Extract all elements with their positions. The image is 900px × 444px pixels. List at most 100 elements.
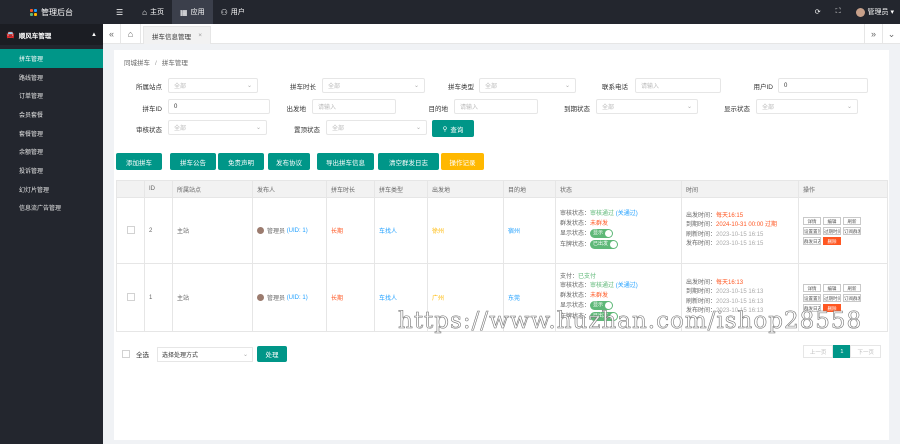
header-to: 目的地 bbox=[503, 180, 556, 198]
header-from: 出发地 bbox=[427, 180, 504, 198]
expiry-button[interactable]: 过期时间 bbox=[823, 293, 841, 302]
sidebar: 🚘 顺风车管理 ▲ 拼车管理 路线管理 订单管理 会员套餐 套餐管理 余额管理 投诉… bbox=[0, 24, 103, 444]
agreement-button[interactable]: 发布协议 bbox=[268, 153, 310, 170]
header-status: 状态 bbox=[555, 180, 682, 198]
edit-button[interactable]: 编辑 bbox=[823, 216, 841, 225]
display-label: 显示状态 bbox=[724, 106, 750, 113]
page-1-button[interactable]: 1 bbox=[833, 345, 851, 358]
uid-link[interactable]: (UID: 1) bbox=[287, 295, 308, 301]
tabs-next-icon[interactable]: » bbox=[864, 24, 882, 44]
operation-log-button[interactable]: 操作记录 bbox=[441, 153, 484, 170]
refresh-button[interactable]: 刷新 bbox=[843, 216, 861, 225]
tabs-prev-icon[interactable]: « bbox=[103, 24, 121, 44]
refresh-icon[interactable]: ⟳ bbox=[815, 8, 821, 16]
top-select[interactable]: 全部 ⌄ bbox=[326, 120, 427, 135]
detail-button[interactable]: 详情 bbox=[803, 216, 821, 225]
nav-apps[interactable]: ▦ 应用 bbox=[172, 0, 213, 24]
chevron-down-icon: ⌄ bbox=[846, 104, 852, 110]
next-page-button[interactable]: 下一页 bbox=[850, 345, 881, 358]
type-select[interactable]: 全部 ⌄ bbox=[479, 78, 576, 93]
tab-carpool-info[interactable]: 拼车信息管理 × bbox=[143, 26, 211, 44]
cell-publisher: 管理员 (UID: 1) bbox=[252, 197, 327, 264]
sidebar-item-carpool[interactable]: 拼车管理 bbox=[0, 49, 103, 68]
display-select[interactable]: 全部 ⌄ bbox=[756, 99, 858, 114]
app-logo[interactable]: 管理后台 bbox=[0, 0, 103, 24]
sidebar-item-complaints[interactable]: 投诉管理 bbox=[0, 161, 103, 180]
logo-icon bbox=[30, 8, 37, 16]
sidebar-item-member-plans[interactable]: 会员套餐 bbox=[0, 105, 103, 124]
station-label: 所属站点 bbox=[136, 84, 162, 91]
search-button[interactable]: ⚲ 查询 bbox=[432, 120, 474, 137]
uid-link[interactable]: (UID: 1) bbox=[287, 228, 308, 234]
station-select[interactable]: 全部 ⌄ bbox=[168, 78, 258, 93]
duration-select[interactable]: 全部 ⌄ bbox=[322, 78, 425, 93]
nav-apps-label: 应用 bbox=[190, 9, 205, 16]
sidebar-item-orders[interactable]: 订单管理 bbox=[0, 86, 103, 105]
disclaimer-button[interactable]: 免责声明 bbox=[218, 153, 264, 170]
header-station: 所属站点 bbox=[172, 180, 253, 198]
uid-input[interactable]: 0 bbox=[778, 78, 868, 93]
nav-users-label: 用户 bbox=[230, 9, 245, 16]
announcement-button[interactable]: 拼车公告 bbox=[170, 153, 216, 170]
nav-users[interactable]: ⚇ 用户 bbox=[213, 0, 253, 24]
expiry-select[interactable]: 全部 ⌄ bbox=[596, 99, 698, 114]
select-all-checkbox[interactable] bbox=[122, 350, 130, 358]
review-select[interactable]: 全部 ⌄ bbox=[168, 120, 267, 135]
user-name: 管理员 bbox=[867, 9, 889, 16]
expiry-button[interactable]: 过期时间 bbox=[823, 226, 841, 235]
subscribe-broadcast-button[interactable]: 订阅群发 bbox=[843, 293, 861, 302]
header-duration: 拼车时长 bbox=[326, 180, 375, 198]
sidebar-item-plans[interactable]: 套餐管理 bbox=[0, 124, 103, 143]
chevron-down-icon: ⌄ bbox=[564, 83, 570, 89]
detail-button[interactable]: 详情 bbox=[803, 283, 821, 292]
cell-to: 宿州 bbox=[503, 197, 556, 264]
cell-duration: 长期 bbox=[326, 263, 375, 332]
cell-station: 主站 bbox=[172, 263, 253, 332]
phone-input[interactable]: 请输入 bbox=[635, 78, 721, 93]
breadcrumb-parent[interactable]: 同城拼车 bbox=[124, 60, 150, 67]
process-button[interactable]: 处理 bbox=[257, 346, 287, 362]
user-menu[interactable]: 管理员 ▾ bbox=[855, 7, 894, 17]
cell-id: 2 bbox=[144, 197, 173, 264]
set-top-button[interactable]: 设置置顶 bbox=[803, 226, 821, 235]
header-time: 时间 bbox=[681, 180, 799, 198]
row-checkbox[interactable] bbox=[126, 225, 135, 234]
refresh-button[interactable]: 刷新 bbox=[843, 283, 861, 292]
uid-label: 用户ID bbox=[753, 84, 774, 91]
set-top-button[interactable]: 设置置顶 bbox=[803, 293, 821, 302]
close-icon[interactable]: × bbox=[198, 32, 202, 39]
sidebar-item-balance[interactable]: 余额管理 bbox=[0, 142, 103, 161]
row-checkbox[interactable] bbox=[126, 292, 135, 301]
chevron-down-icon: ⌄ bbox=[415, 125, 421, 131]
display-toggle[interactable]: 显示 bbox=[590, 229, 614, 239]
row-checkbox-cell bbox=[116, 263, 145, 332]
edit-button[interactable]: 编辑 bbox=[823, 283, 841, 292]
subscribe-broadcast-button[interactable]: 订阅群发 bbox=[843, 226, 861, 235]
add-carpool-button[interactable]: 添加拼车 bbox=[116, 153, 162, 170]
nav-home[interactable]: ⌂ 主页 bbox=[134, 0, 172, 24]
from-input[interactable]: 请输入 bbox=[312, 99, 396, 114]
batch-select[interactable]: 选择处理方式 ⌄ bbox=[157, 346, 253, 362]
sidebar-item-slides[interactable]: 幻灯片管理 bbox=[0, 180, 103, 199]
sidebar-item-feed-ads[interactable]: 信息流广告管理 bbox=[0, 199, 103, 218]
home-tab-icon[interactable]: ⌂ bbox=[121, 24, 141, 44]
sidebar-group-header[interactable]: 🚘 顺风车管理 ▲ bbox=[0, 24, 103, 45]
cell-actions: 详情 编辑 刷新 设置置顶 过期时间 订阅群发 群发日志 删除 bbox=[798, 197, 888, 264]
menu-toggle[interactable]: ☰ bbox=[108, 0, 134, 24]
broadcast-log-button[interactable]: 群发日志 bbox=[803, 236, 821, 245]
app-title: 管理后台 bbox=[41, 7, 73, 17]
clear-log-button[interactable]: 清空群发日志 bbox=[378, 153, 439, 170]
delete-button[interactable]: 删除 bbox=[823, 236, 841, 245]
sidebar-item-route[interactable]: 路线管理 bbox=[0, 68, 103, 87]
departed-toggle[interactable]: 已出发 bbox=[590, 240, 619, 249]
pid-input[interactable]: 0 bbox=[168, 99, 270, 114]
fullscreen-icon[interactable]: ⛶ bbox=[836, 8, 841, 16]
prev-page-button[interactable]: 上一页 bbox=[802, 345, 834, 358]
cell-station: 主站 bbox=[172, 197, 253, 264]
nav-home-label: 主页 bbox=[150, 9, 165, 16]
cell-duration: 长期 bbox=[326, 197, 375, 264]
to-input[interactable]: 请输入 bbox=[454, 99, 538, 114]
pagination: 上一页 1 下一页 bbox=[802, 345, 881, 358]
chevron-down-icon[interactable]: ⌄ bbox=[882, 24, 900, 44]
export-button[interactable]: 导出拼车信息 bbox=[317, 153, 374, 170]
